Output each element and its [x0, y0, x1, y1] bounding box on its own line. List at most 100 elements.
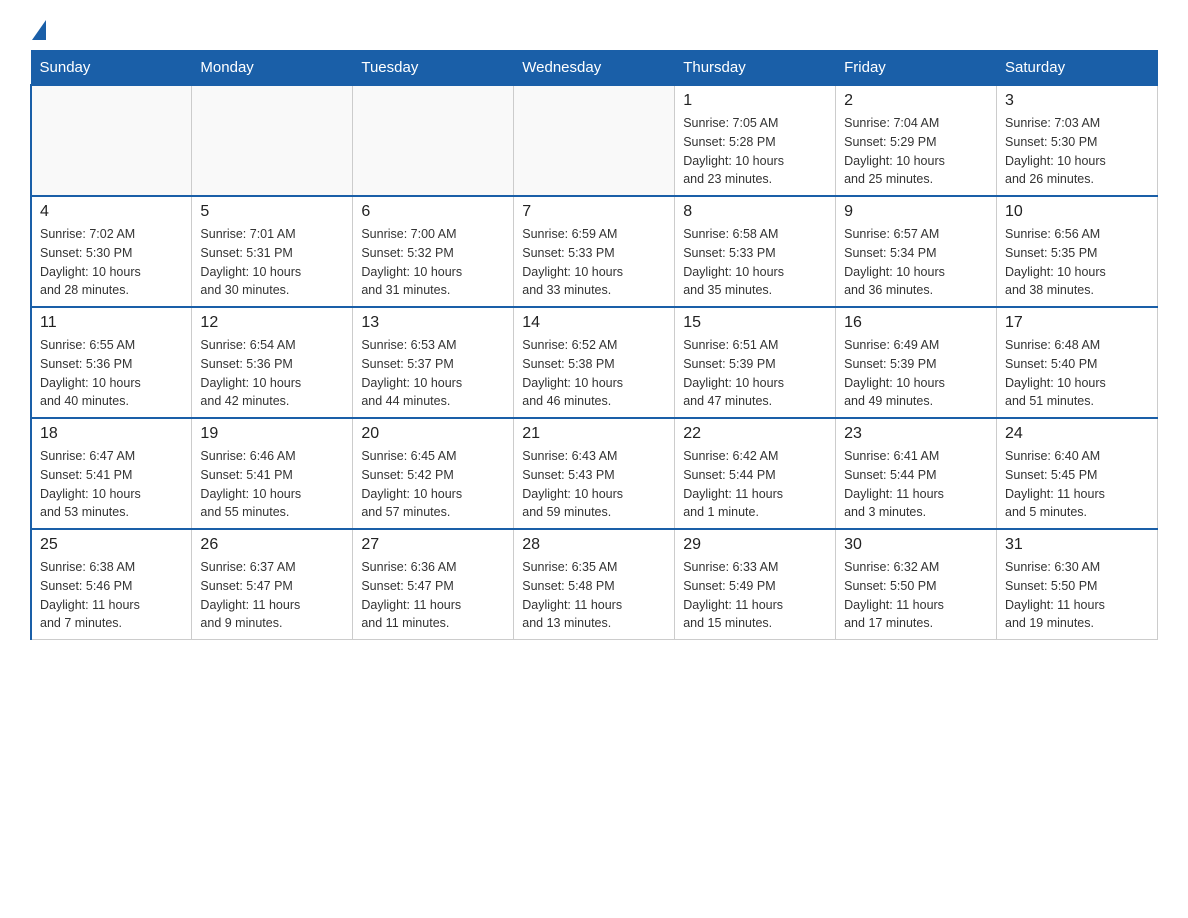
calendar-cell: 19 Sunrise: 6:46 AM Sunset: 5:41 PM Dayli… [192, 418, 353, 529]
day-info: Sunrise: 7:05 AM Sunset: 5:28 PM Dayligh… [683, 114, 827, 189]
calendar-cell: 21 Sunrise: 6:43 AM Sunset: 5:43 PM Dayli… [514, 418, 675, 529]
calendar-cell [192, 85, 353, 196]
calendar-cell: 5Sunrise: 7:01 AM Sunset: 5:31 PM Daylig… [192, 196, 353, 307]
day-number: 17 [1005, 314, 1149, 332]
calendar-table: SundayMondayTuesdayWednesdayThursdayFrid… [30, 50, 1158, 640]
day-number: 22 [683, 425, 827, 443]
calendar-cell: 18 Sunrise: 6:47 AM Sunset: 5:41 PM Dayli… [31, 418, 192, 529]
calendar-week-2: 4 Sunrise: 7:02 AM Sunset: 5:30 PM Daylig… [31, 196, 1158, 307]
calendar-week-1: 1 Sunrise: 7:05 AM Sunset: 5:28 PM Daylig… [31, 85, 1158, 196]
calendar-cell: 11 Sunrise: 6:55 AM Sunset: 5:36 PM Dayli… [31, 307, 192, 418]
day-number: 14 [522, 314, 666, 332]
day-number: 3 [1005, 92, 1149, 110]
calendar-cell: 27 Sunrise: 6:36 AM Sunset: 5:47 PM Dayli… [353, 529, 514, 640]
day-info: Sunrise: 6:52 AM Sunset: 5:38 PM Dayligh… [522, 336, 666, 411]
day-number: 4 [40, 203, 183, 221]
day-info: Sunrise: 6:42 AM Sunset: 5:44 PM Dayligh… [683, 447, 827, 522]
day-number: 28 [522, 536, 666, 554]
day-info: Sunrise: 6:57 AM Sunset: 5:34 PM Dayligh… [844, 225, 988, 300]
weekday-header-sunday: Sunday [31, 51, 192, 86]
calendar-cell: 2Sunrise: 7:04 AM Sunset: 5:29 PM Daylig… [836, 85, 997, 196]
calendar-cell: 7 Sunrise: 6:59 AM Sunset: 5:33 PM Daylig… [514, 196, 675, 307]
calendar-cell: 23 Sunrise: 6:41 AM Sunset: 5:44 PM Dayli… [836, 418, 997, 529]
day-info: Sunrise: 7:00 AM Sunset: 5:32 PM Dayligh… [361, 225, 505, 300]
weekday-header-saturday: Saturday [997, 51, 1158, 86]
day-number: 8 [683, 203, 827, 221]
day-info: Sunrise: 7:03 AM Sunset: 5:30 PM Dayligh… [1005, 114, 1149, 189]
day-number: 19 [200, 425, 344, 443]
day-number: 18 [40, 425, 183, 443]
day-info: Sunrise: 6:55 AM Sunset: 5:36 PM Dayligh… [40, 336, 183, 411]
calendar-cell: 20 Sunrise: 6:45 AM Sunset: 5:42 PM Dayli… [353, 418, 514, 529]
day-number: 30 [844, 536, 988, 554]
day-number: 26 [200, 536, 344, 554]
weekday-header-tuesday: Tuesday [353, 51, 514, 86]
day-number: 24 [1005, 425, 1149, 443]
day-info: Sunrise: 6:54 AM Sunset: 5:36 PM Dayligh… [200, 336, 344, 411]
day-info: Sunrise: 6:59 AM Sunset: 5:33 PM Dayligh… [522, 225, 666, 300]
day-info: Sunrise: 6:37 AM Sunset: 5:47 PM Dayligh… [200, 558, 344, 633]
day-info: Sunrise: 6:51 AM Sunset: 5:39 PM Dayligh… [683, 336, 827, 411]
day-info: Sunrise: 7:02 AM Sunset: 5:30 PM Dayligh… [40, 225, 183, 300]
calendar-cell: 25 Sunrise: 6:38 AM Sunset: 5:46 PM Dayli… [31, 529, 192, 640]
calendar-cell: 9 Sunrise: 6:57 AM Sunset: 5:34 PM Daylig… [836, 196, 997, 307]
day-info: Sunrise: 7:01 AM Sunset: 5:31 PM Dayligh… [200, 225, 344, 300]
calendar-cell [31, 85, 192, 196]
calendar-cell: 6 Sunrise: 7:00 AM Sunset: 5:32 PM Daylig… [353, 196, 514, 307]
day-info: Sunrise: 6:47 AM Sunset: 5:41 PM Dayligh… [40, 447, 183, 522]
day-info: Sunrise: 6:38 AM Sunset: 5:46 PM Dayligh… [40, 558, 183, 633]
calendar-cell: 14 Sunrise: 6:52 AM Sunset: 5:38 PM Dayli… [514, 307, 675, 418]
calendar-header-row: SundayMondayTuesdayWednesdayThursdayFrid… [31, 51, 1158, 86]
weekday-header-wednesday: Wednesday [514, 51, 675, 86]
day-number: 31 [1005, 536, 1149, 554]
logo-triangle-icon [32, 20, 46, 40]
day-info: Sunrise: 6:45 AM Sunset: 5:42 PM Dayligh… [361, 447, 505, 522]
day-number: 11 [40, 314, 183, 332]
weekday-header-monday: Monday [192, 51, 353, 86]
weekday-header-thursday: Thursday [675, 51, 836, 86]
day-info: Sunrise: 6:36 AM Sunset: 5:47 PM Dayligh… [361, 558, 505, 633]
day-number: 25 [40, 536, 183, 554]
calendar-body: 1 Sunrise: 7:05 AM Sunset: 5:28 PM Daylig… [31, 85, 1158, 640]
day-info: Sunrise: 6:53 AM Sunset: 5:37 PM Dayligh… [361, 336, 505, 411]
day-info: Sunrise: 6:41 AM Sunset: 5:44 PM Dayligh… [844, 447, 988, 522]
page-header [30, 20, 1158, 40]
day-number: 20 [361, 425, 505, 443]
calendar-cell: 26 Sunrise: 6:37 AM Sunset: 5:47 PM Dayli… [192, 529, 353, 640]
day-number: 10 [1005, 203, 1149, 221]
calendar-week-4: 18 Sunrise: 6:47 AM Sunset: 5:41 PM Dayli… [31, 418, 1158, 529]
calendar-cell: 4 Sunrise: 7:02 AM Sunset: 5:30 PM Daylig… [31, 196, 192, 307]
calendar-cell: 12Sunrise: 6:54 AM Sunset: 5:36 PM Dayli… [192, 307, 353, 418]
calendar-cell: 22 Sunrise: 6:42 AM Sunset: 5:44 PM Dayli… [675, 418, 836, 529]
day-number: 23 [844, 425, 988, 443]
calendar-cell: 31 Sunrise: 6:30 AM Sunset: 5:50 PM Dayli… [997, 529, 1158, 640]
calendar-cell: 10 Sunrise: 6:56 AM Sunset: 5:35 PM Dayli… [997, 196, 1158, 307]
day-info: Sunrise: 6:30 AM Sunset: 5:50 PM Dayligh… [1005, 558, 1149, 633]
day-number: 29 [683, 536, 827, 554]
day-info: Sunrise: 6:49 AM Sunset: 5:39 PM Dayligh… [844, 336, 988, 411]
day-number: 7 [522, 203, 666, 221]
day-number: 27 [361, 536, 505, 554]
calendar-cell: 17 Sunrise: 6:48 AM Sunset: 5:40 PM Dayli… [997, 307, 1158, 418]
day-number: 1 [683, 92, 827, 110]
day-number: 15 [683, 314, 827, 332]
calendar-cell: 15 Sunrise: 6:51 AM Sunset: 5:39 PM Dayli… [675, 307, 836, 418]
day-info: Sunrise: 6:48 AM Sunset: 5:40 PM Dayligh… [1005, 336, 1149, 411]
day-number: 21 [522, 425, 666, 443]
day-info: Sunrise: 6:35 AM Sunset: 5:48 PM Dayligh… [522, 558, 666, 633]
calendar-cell: 8Sunrise: 6:58 AM Sunset: 5:33 PM Daylig… [675, 196, 836, 307]
day-number: 9 [844, 203, 988, 221]
day-info: Sunrise: 6:43 AM Sunset: 5:43 PM Dayligh… [522, 447, 666, 522]
day-info: Sunrise: 6:46 AM Sunset: 5:41 PM Dayligh… [200, 447, 344, 522]
calendar-cell: 24 Sunrise: 6:40 AM Sunset: 5:45 PM Dayli… [997, 418, 1158, 529]
day-number: 6 [361, 203, 505, 221]
calendar-cell: 13Sunrise: 6:53 AM Sunset: 5:37 PM Dayli… [353, 307, 514, 418]
day-number: 2 [844, 92, 988, 110]
calendar-week-5: 25 Sunrise: 6:38 AM Sunset: 5:46 PM Dayli… [31, 529, 1158, 640]
logo [30, 20, 46, 40]
weekday-header-friday: Friday [836, 51, 997, 86]
calendar-cell: 29Sunrise: 6:33 AM Sunset: 5:49 PM Dayli… [675, 529, 836, 640]
day-info: Sunrise: 6:40 AM Sunset: 5:45 PM Dayligh… [1005, 447, 1149, 522]
calendar-cell [514, 85, 675, 196]
day-info: Sunrise: 6:56 AM Sunset: 5:35 PM Dayligh… [1005, 225, 1149, 300]
